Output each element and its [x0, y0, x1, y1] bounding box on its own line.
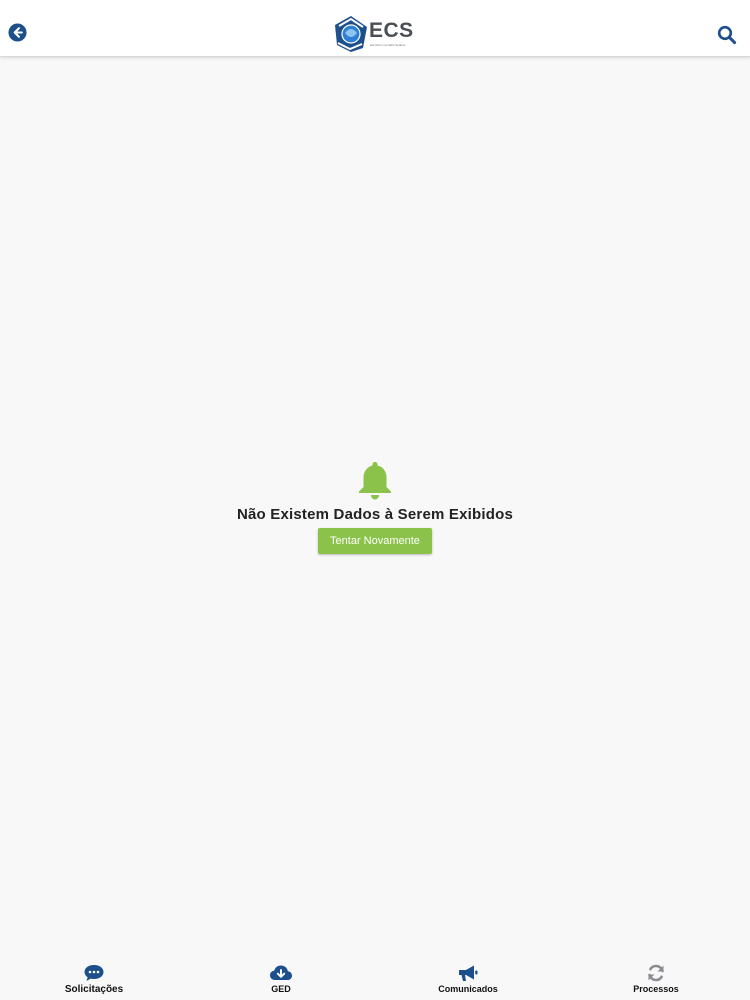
tab-solicitacoes[interactable]: Solicitações	[34, 963, 154, 995]
empty-state-message: Não Existem Dados à Serem Exibidos	[236, 506, 514, 523]
tab-ged[interactable]: GED	[221, 963, 341, 994]
logo-subtitle: Escritório Contábil Spaboé	[370, 43, 406, 47]
tab-comunicados[interactable]: Comunicados	[408, 963, 528, 994]
cloud-download-icon	[270, 965, 292, 980]
tab-label: GED	[271, 984, 291, 994]
logo-emblem-icon	[335, 16, 367, 52]
megaphone-icon	[459, 965, 478, 981]
back-button[interactable]	[8, 23, 27, 42]
tab-label: Processos	[633, 984, 679, 994]
search-icon	[717, 25, 737, 45]
logo-text: ECS	[369, 19, 414, 42]
app-screen: ECS Escritório Contábil Spaboé Não Exist…	[0, 0, 750, 1000]
app-logo: ECS Escritório Contábil Spaboé	[333, 15, 421, 55]
tab-processos[interactable]: Processos	[596, 963, 716, 994]
empty-state: Não Existem Dados à Serem Exibidos Tenta…	[0, 460, 750, 554]
bell-icon	[359, 462, 391, 500]
chat-bubble-icon	[84, 965, 104, 981]
tab-label: Comunicados	[438, 984, 498, 994]
refresh-icon	[648, 964, 664, 982]
retry-button[interactable]: Tentar Novamente	[318, 528, 432, 554]
search-button[interactable]	[717, 25, 737, 45]
top-header: ECS Escritório Contábil Spaboé	[0, 0, 750, 57]
arrow-left-circle-icon	[8, 23, 27, 42]
tab-label: Solicitações	[64, 984, 124, 995]
